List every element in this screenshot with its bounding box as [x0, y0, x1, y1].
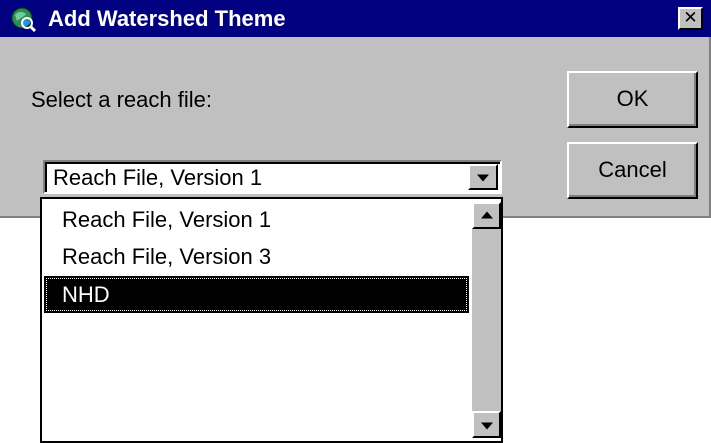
list-item-selected[interactable]: NHD [44, 276, 469, 313]
combobox-dropdown-button[interactable] [468, 164, 498, 190]
add-watershed-theme-dialog: Add Watershed Theme ✕ Select a reach fil… [0, 0, 711, 218]
window-title: Add Watershed Theme [48, 6, 286, 31]
combobox-value: Reach File, Version 1 [53, 165, 263, 190]
cancel-button[interactable]: Cancel [567, 142, 698, 199]
reach-file-dropdown-list[interactable]: Reach File, Version 1 Reach File, Versio… [40, 197, 503, 443]
list-item[interactable]: Reach File, Version 1 [44, 201, 469, 238]
title-bar[interactable]: Add Watershed Theme ✕ [0, 0, 711, 37]
list-item[interactable]: Reach File, Version 3 [44, 238, 469, 275]
ok-button[interactable]: OK [567, 71, 698, 128]
close-button[interactable]: ✕ [678, 7, 703, 30]
chevron-down-icon [477, 174, 489, 182]
reach-file-combobox[interactable]: Reach File, Version 1 [43, 160, 502, 194]
chevron-up-icon [480, 210, 493, 218]
scroll-down-button[interactable] [472, 411, 501, 438]
vertical-scrollbar[interactable] [472, 202, 501, 438]
reach-file-prompt: Select a reach file: [31, 87, 212, 112]
scroll-up-button[interactable] [472, 202, 501, 229]
scrollbar-track[interactable] [472, 229, 501, 411]
globe-app-icon [11, 7, 36, 32]
chevron-down-icon [480, 422, 493, 430]
